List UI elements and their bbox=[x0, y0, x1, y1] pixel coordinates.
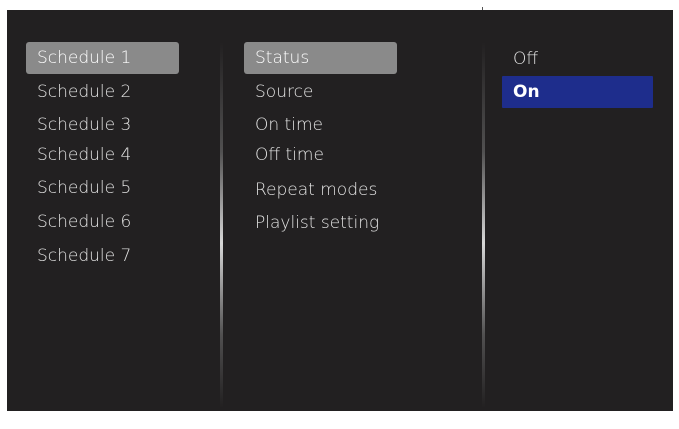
schedule-item-1[interactable]: Schedule 1 bbox=[26, 42, 179, 74]
schedule-item-7[interactable]: Schedule 7 bbox=[26, 240, 179, 272]
schedule-item-6[interactable]: Schedule 6 bbox=[26, 206, 179, 238]
setting-item-source[interactable]: Source bbox=[244, 76, 397, 108]
schedule-item-3[interactable]: Schedule 3 bbox=[26, 109, 179, 141]
setting-item-on-time[interactable]: On time bbox=[244, 109, 397, 141]
osd-menu-panel: Schedule 1 Schedule 2 Schedule 3 Schedul… bbox=[7, 10, 673, 411]
schedule-item-2[interactable]: Schedule 2 bbox=[26, 76, 179, 108]
schedule-item-4[interactable]: Schedule 4 bbox=[26, 139, 179, 171]
column-divider-2 bbox=[482, 42, 485, 408]
column-divider-1 bbox=[220, 42, 223, 408]
setting-item-playlist-setting[interactable]: Playlist setting bbox=[244, 207, 397, 239]
setting-item-status[interactable]: Status bbox=[244, 42, 397, 74]
setting-item-off-time[interactable]: Off time bbox=[244, 139, 397, 171]
schedule-item-5[interactable]: Schedule 5 bbox=[26, 172, 179, 204]
option-off[interactable]: Off bbox=[502, 43, 653, 75]
option-on[interactable]: On bbox=[502, 76, 653, 108]
setting-item-repeat-modes[interactable]: Repeat modes bbox=[244, 174, 397, 206]
